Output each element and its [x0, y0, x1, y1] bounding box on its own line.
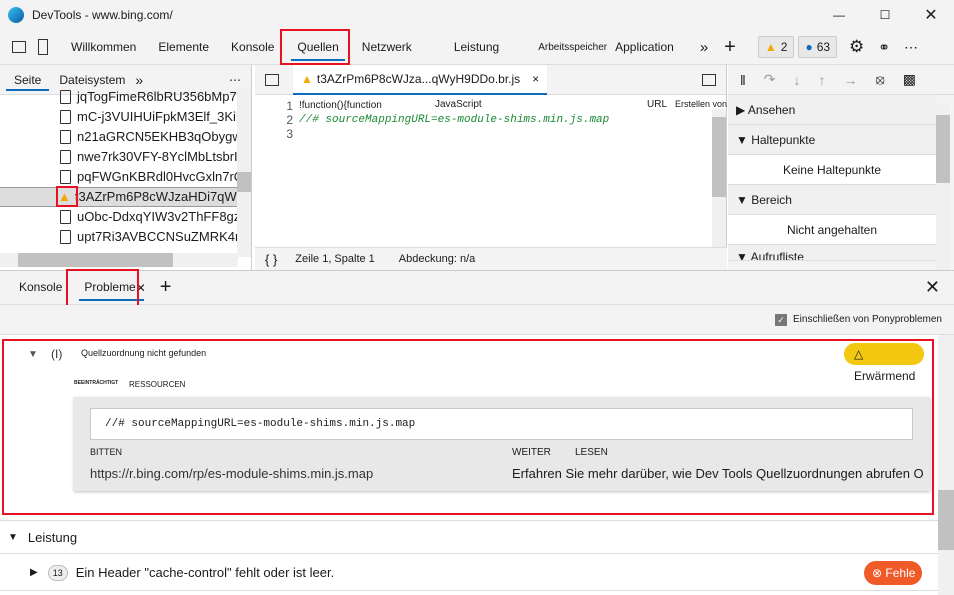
maximize-button[interactable]: ☐	[862, 8, 908, 22]
inspect-icon[interactable]	[12, 41, 26, 53]
vertical-scrollbar[interactable]	[712, 109, 726, 253]
file-item[interactable]: jqTogFimeR6lbRU356bMp74r	[0, 87, 238, 107]
more-icon[interactable]: »	[135, 72, 143, 88]
step-over-icon[interactable]: ↷	[764, 71, 776, 88]
file-icon	[60, 230, 71, 244]
vertical-scrollbar[interactable]	[237, 87, 251, 257]
highlight-issue	[2, 339, 934, 515]
file-item[interactable]: n21aGRCN5EKHB3qObygw02	[0, 127, 238, 147]
highlight-issues-tab	[66, 269, 139, 308]
tab-performance[interactable]: Leistung	[443, 30, 510, 65]
file-navigator: Seite Dateisystem » ⋯ jqTogFimeR6lbRU356…	[0, 65, 252, 270]
vertical-scrollbar[interactable]	[936, 105, 950, 270]
highlight-sources-tab	[280, 29, 350, 65]
file-item[interactable]: mC-j3VUIHUiFpkM3Elf_3KiER	[0, 107, 238, 127]
severity-badge: ⊗ Fehle	[864, 560, 922, 585]
more-tabs-icon[interactable]: »	[700, 39, 708, 56]
horizontal-scrollbar[interactable]	[0, 253, 238, 267]
device-emulation-icon[interactable]	[38, 39, 48, 55]
file-icon	[60, 150, 71, 164]
issues-list: ▼ (I) Quellzuordnung nicht gefunden △ Er…	[0, 335, 938, 595]
more-options-icon[interactable]: ⋯	[904, 39, 918, 56]
debugger-sidebar: ‖ ↷ ↓ ↑ → ⦻ ▩ ▶ Ansehen ▼ Haltepunkte Ke…	[728, 65, 954, 270]
messages-counter[interactable]: ● 63	[798, 36, 838, 58]
overlay-label: Erstellen von A	[675, 99, 727, 109]
tab-memory[interactable]: Arbeitsspeicher	[538, 30, 611, 65]
main-toolbar: Willkommen Elemente Konsole Quellen Netz…	[0, 30, 954, 65]
file-icon	[60, 130, 71, 144]
edge-logo-icon	[8, 7, 24, 23]
issue-count: 13	[47, 564, 68, 581]
tab-elements[interactable]: Elemente	[147, 30, 220, 65]
code-editor: ▲ t3AZrPm6P8cWJza...qWyH9DDo.br.js × 123…	[255, 64, 727, 270]
section-scope[interactable]: ▼ Bereich	[728, 185, 936, 215]
settings-icon[interactable]: ⚙	[849, 37, 864, 57]
pause-on-exceptions-icon[interactable]: ▩	[903, 71, 916, 88]
editor-tab[interactable]: ▲ t3AZrPm6P8cWJza...qWyH9DDo.br.js ×	[293, 64, 548, 95]
code-line: //# sourceMappingURL=es-module-shims.min…	[299, 114, 610, 126]
title-bar: DevTools - www.bing.com/ — ☐ ✕	[0, 0, 954, 30]
pretty-print-icon[interactable]: { }	[265, 252, 277, 267]
warnings-counter[interactable]: ▲ 2	[757, 36, 795, 58]
file-icon	[60, 170, 71, 184]
coverage-status: Abdeckung: n/a	[398, 253, 476, 265]
toggle-navigator-icon[interactable]	[265, 73, 279, 86]
close-drawer-icon[interactable]: ✕	[925, 277, 940, 298]
toggle-debugger-icon[interactable]	[702, 73, 716, 86]
add-tab-icon[interactable]: +	[160, 276, 172, 299]
issues-toolbar: ✓ Einschließen von Ponyproblemen	[0, 305, 954, 335]
include-third-party-checkbox[interactable]: ✓	[775, 313, 788, 326]
group-title: Leistung	[27, 529, 78, 545]
highlight-warning-icon	[56, 186, 78, 207]
file-item[interactable]: upt7Ri3AVBCCNSuZMRK4rME	[0, 227, 238, 247]
tab-network[interactable]: Netzwerk	[351, 30, 423, 65]
step-icon[interactable]: →	[844, 72, 858, 88]
checkbox-label: Einschließen von Ponyproblemen	[793, 314, 942, 325]
issue-group-performance[interactable]: ▼ Leistung	[0, 520, 938, 554]
cursor-position: Zeile 1, Spalte 1	[295, 253, 375, 265]
issue-item[interactable]: ▶ 13 Ein Header "cache-control" fehlt od…	[0, 555, 938, 591]
step-into-icon[interactable]: ↓	[794, 72, 801, 88]
add-tab-icon[interactable]: +	[724, 36, 736, 59]
file-icon	[60, 110, 71, 124]
file-item-selected[interactable]: ▲ t3AZrPm6P8cWJzaHDi7qWyH	[0, 187, 238, 207]
no-breakpoints-text: Keine Haltepunkte	[728, 155, 936, 185]
minimize-button[interactable]: —	[816, 8, 862, 22]
window-title: DevTools - www.bing.com/	[32, 8, 173, 22]
message-icon: ●	[805, 40, 813, 54]
section-call-stack[interactable]: ▼ Aufrufliste	[728, 245, 936, 261]
drawer-tabbar: Konsole Probleme ✕ + ✕	[0, 270, 954, 305]
section-breakpoints[interactable]: ▼ Haltepunkte	[728, 125, 936, 155]
file-item[interactable]: nwe7rk30VFY-8YclMbLtsbrIAJ	[0, 147, 238, 167]
file-icon	[60, 90, 71, 104]
close-tab-icon[interactable]: ×	[532, 64, 539, 94]
file-item[interactable]: pqFWGnKBRdl0HvcGxln7rQM	[0, 167, 238, 187]
section-watch[interactable]: ▶ Ansehen	[728, 95, 936, 125]
tab-welcome[interactable]: Willkommen	[60, 30, 147, 65]
step-out-icon[interactable]: ↑	[819, 72, 826, 88]
deactivate-breakpoints-icon[interactable]: ⦻	[876, 71, 885, 88]
warning-icon: ▲	[301, 71, 313, 86]
issues-scrollbar[interactable]	[938, 335, 954, 595]
warning-icon: ▲	[764, 40, 777, 54]
tab-console[interactable]: Konsole	[220, 30, 285, 65]
overlay-label: JavaScript	[435, 99, 482, 110]
feedback-icon[interactable]: ⚭	[878, 39, 890, 56]
file-icon	[60, 210, 71, 224]
overlay-label: URL	[647, 99, 668, 110]
collapse-icon: ▼	[8, 531, 18, 543]
expand-icon: ▶	[30, 567, 38, 578]
not-paused-text: Nicht angehalten	[728, 215, 936, 245]
menu-icon[interactable]: ⋯	[229, 73, 241, 87]
tab-application[interactable]: Application	[611, 30, 678, 65]
pause-icon[interactable]: ‖	[740, 72, 746, 88]
issue-message: Ein Header "cache-control" fehlt oder is…	[75, 565, 335, 580]
file-item[interactable]: uObc-DdxqYIW3v2ThFF8gzRX	[0, 207, 238, 227]
drawer-tab-console[interactable]: Konsole	[8, 270, 73, 305]
close-window-button[interactable]: ✕	[908, 5, 954, 25]
